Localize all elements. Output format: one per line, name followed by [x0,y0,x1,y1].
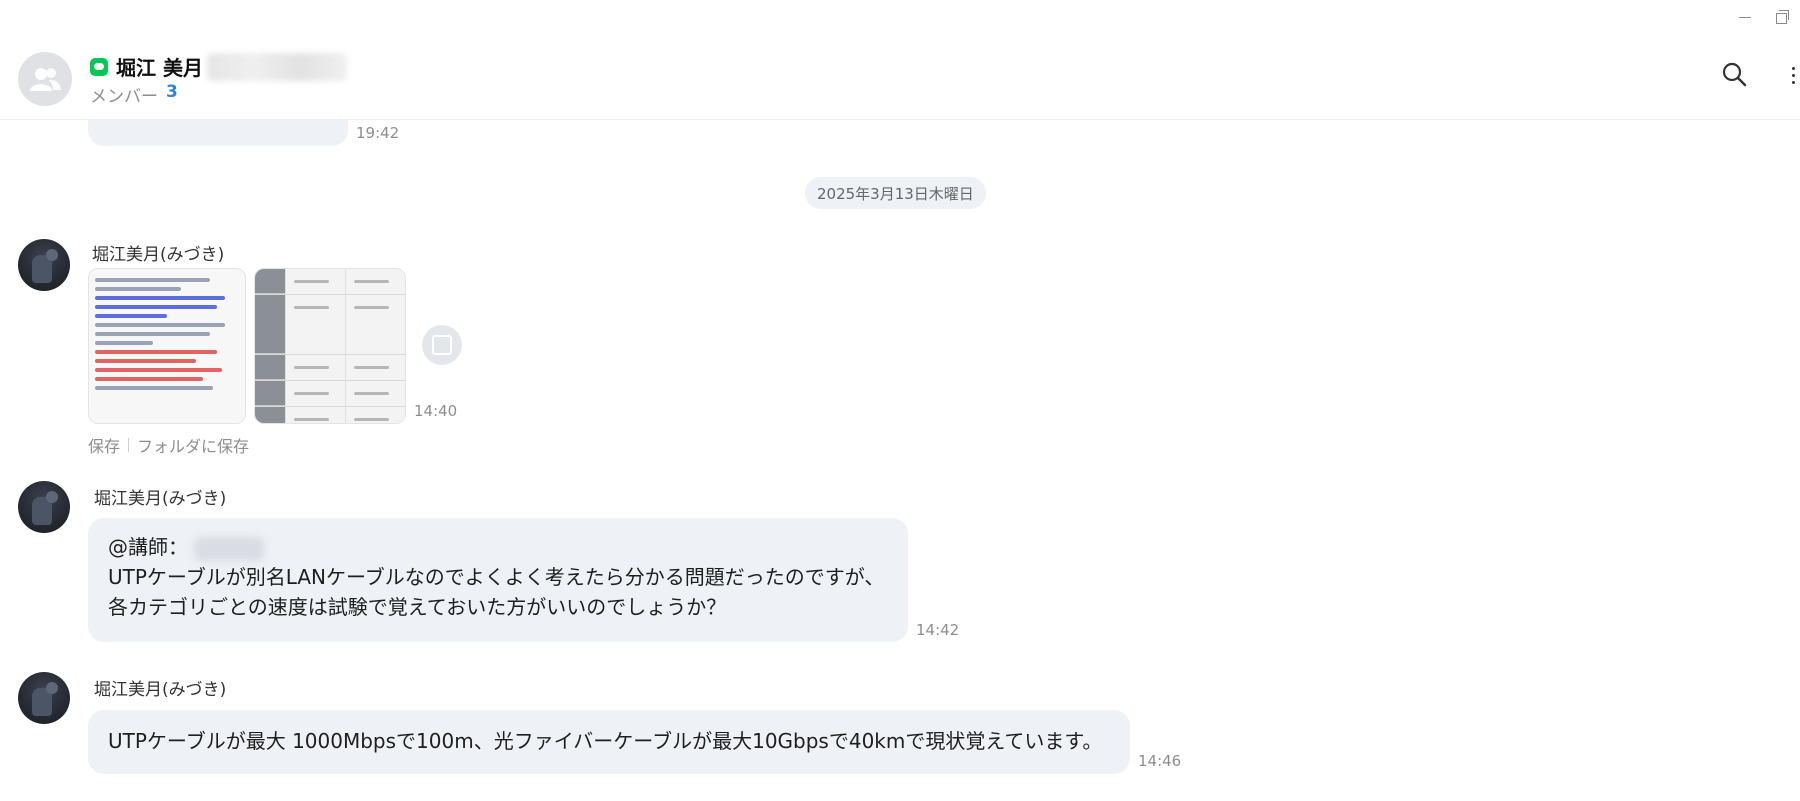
chat-header: 堀江 美月 メンバー 3 [0,40,1800,120]
save-link[interactable]: 保存 [88,433,120,457]
members-count: 3 [166,82,178,102]
mention-blurred-name [194,536,265,561]
message-text-line: UTPケーブルが別名LANケーブルなのでよくよく考えたら分かる問題だったのですが… [108,565,885,589]
save-to-folder-link[interactable]: フォルダに保存 [137,433,249,457]
message-bubble[interactable]: UTPケーブルが最大 1000Mbpsで100m、光ファイバーケーブルが最大10… [88,710,1130,774]
members-label: メンバー [90,87,158,107]
image-thumbnail-document[interactable] [88,268,246,424]
message-time: 14:40 [414,402,458,420]
window-controls [1734,6,1792,28]
sender-name: 堀江美月(みづき) [94,680,227,700]
message-time: 14:46 [1138,752,1182,770]
save-links: 保存 フォルダに保存 [88,433,249,457]
avatar[interactable] [18,672,70,724]
image-thumbnail-table[interactable] [254,268,406,424]
member-row[interactable]: メンバー 3 [90,82,178,107]
line-badge-icon [90,57,108,76]
message-time: 19:42 [356,124,400,142]
message-time: 14:42 [916,621,960,639]
message-text-line: 各カテゴリごとの速度は試験で覚えておいた方がいいのでしょうか？ [108,595,727,619]
avatar[interactable] [18,239,70,291]
header-title-row: 堀江 美月 [90,52,347,81]
minimize-icon[interactable] [1734,6,1756,28]
share-icon[interactable] [422,325,462,365]
mention[interactable]: @講師： [108,535,188,559]
date-separator: 2025年3月13日木曜日 [805,177,986,209]
avatar[interactable] [18,481,70,533]
chat-title[interactable]: 堀江 美月 [116,52,203,81]
sender-name: 堀江美月(みづき) [94,489,227,509]
restore-icon[interactable] [1770,6,1792,28]
group-avatar-icon[interactable] [18,52,72,106]
message-bubble[interactable]: @講師： UTPケーブルが別名LANケーブルなのでよくよく考えたら分かる問題だっ… [88,518,908,642]
group-people-icon [30,68,61,91]
mention-line: @講師： [108,532,888,562]
separator [128,438,130,452]
message-text-line: UTPケーブルが最大 1000Mbpsで100m、光ファイバーケーブルが最大10… [108,729,1103,753]
sender-name: 堀江美月(みづき) [92,245,225,265]
search-icon[interactable] [1720,60,1750,90]
more-icon[interactable] [1786,60,1800,90]
blurred-name [206,52,347,81]
